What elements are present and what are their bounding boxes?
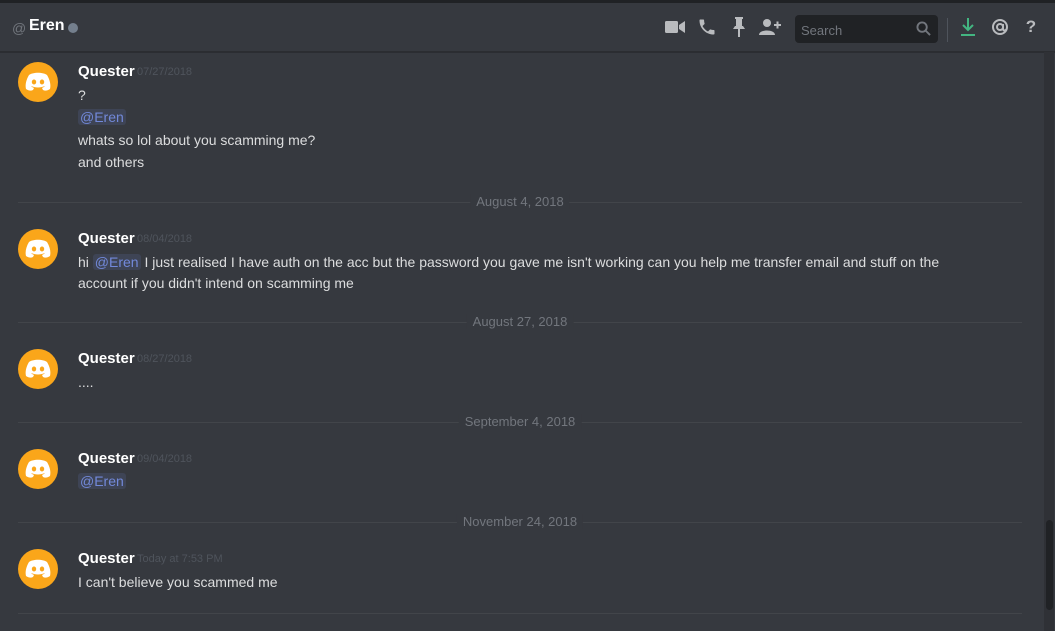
user-mention[interactable]: @Eren [92, 254, 141, 270]
toolbar-divider [947, 18, 948, 42]
message-timestamp: 09/04/2018 [137, 453, 193, 465]
message-line: @Eren [78, 109, 126, 125]
avatar[interactable] [18, 229, 58, 269]
mention-icon[interactable] [989, 16, 1011, 38]
add-user-icon[interactable] [759, 16, 781, 38]
message-line: hi @Eren I just realised I have auth on … [78, 254, 939, 270]
message-list-end-divider [18, 613, 1022, 614]
avatar[interactable] [18, 349, 58, 389]
message-author[interactable]: Quester [78, 350, 135, 367]
date-divider-label: September 4, 2018 [458, 414, 582, 429]
pin-icon[interactable] [728, 16, 750, 38]
search-box[interactable] [795, 15, 938, 45]
avatar[interactable] [18, 549, 58, 589]
phone-icon[interactable] [696, 16, 718, 38]
date-divider-label: November 24, 2018 [456, 514, 584, 529]
discord-logo-icon [25, 459, 51, 478]
message-author[interactable]: Quester [78, 230, 135, 247]
message-text: hi [78, 254, 89, 270]
help-icon[interactable]: ? [1020, 16, 1042, 38]
avatar[interactable] [18, 449, 58, 489]
message-author[interactable]: Quester [78, 550, 135, 567]
message-author[interactable]: Quester [78, 450, 135, 467]
channel-name[interactable]: Eren [29, 17, 65, 35]
user-mention[interactable]: @Eren [78, 473, 126, 489]
search-input[interactable] [795, 15, 918, 45]
message-timestamp: 07/27/2018 [137, 66, 193, 78]
message-timestamp: Today at 7:53 PM [137, 553, 223, 565]
date-divider-label: August 27, 2018 [466, 314, 574, 329]
message-line: ? [78, 87, 86, 103]
message-list[interactable]: Quester 07/27/2018 ? @Eren whats so lol … [0, 52, 1040, 631]
status-indicator [68, 23, 78, 33]
message-line: and others [78, 154, 145, 170]
discord-logo-icon [25, 559, 51, 578]
channel-header: @ Eren ? [0, 0, 1055, 52]
download-icon[interactable] [957, 16, 979, 38]
date-divider-label: August 4, 2018 [470, 194, 570, 209]
search-icon [916, 21, 931, 41]
discord-logo-icon [25, 239, 51, 258]
video-icon[interactable] [664, 16, 686, 38]
at-icon: @ [12, 20, 27, 36]
message-line: @Eren [78, 473, 126, 489]
message-line: I can't believe you scammed me [78, 574, 278, 590]
message-timestamp: 08/27/2018 [137, 353, 193, 365]
message-line: .... [78, 374, 94, 390]
message-text: I just realised I have auth on the acc b… [144, 254, 940, 270]
scrollbar-thumb[interactable] [1046, 520, 1053, 610]
discord-logo-icon [25, 359, 51, 378]
avatar[interactable] [18, 62, 58, 102]
message-timestamp: 08/04/2018 [137, 233, 193, 245]
discord-logo-icon [25, 72, 51, 91]
message-author[interactable]: Quester [78, 63, 135, 80]
message-line: whats so lol about you scamming me? [78, 132, 316, 148]
message-line: account if you didn't intend on scamming… [78, 275, 354, 291]
user-mention[interactable]: @Eren [78, 109, 126, 125]
